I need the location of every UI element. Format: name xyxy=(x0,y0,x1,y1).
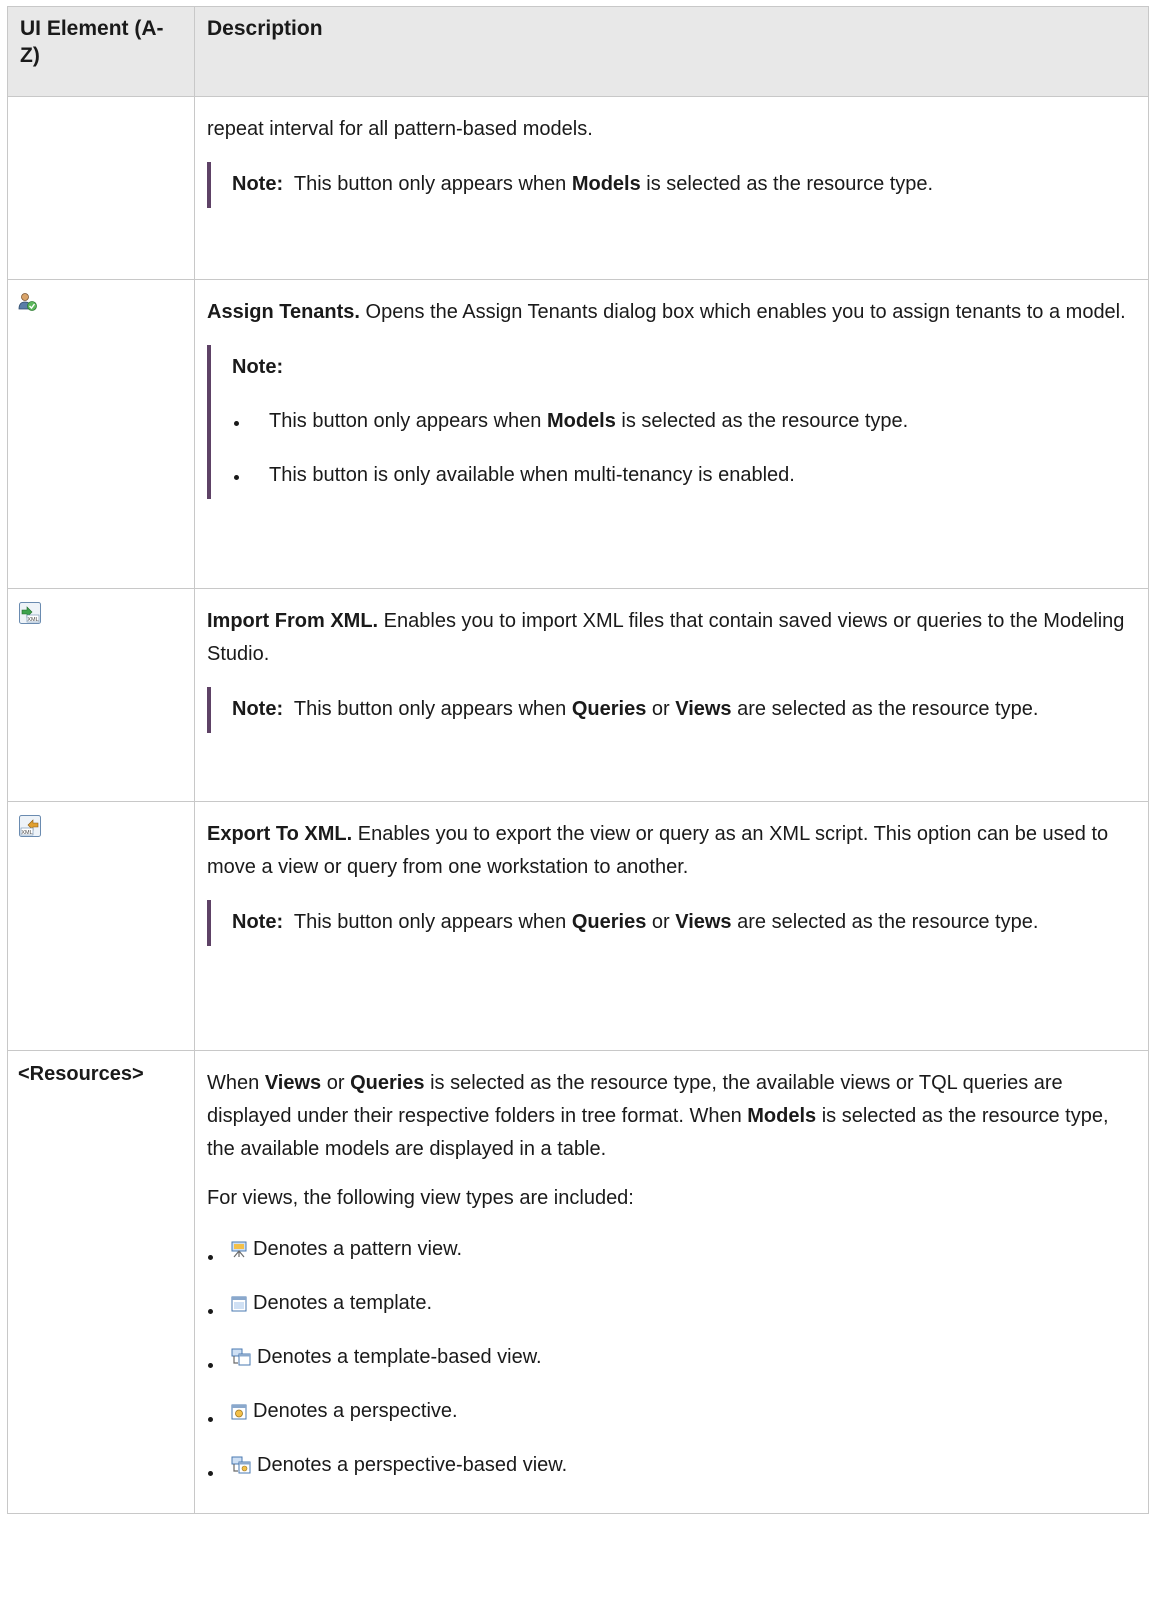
ui-element-cell xyxy=(7,279,195,589)
svg-text:XML: XML xyxy=(21,830,32,836)
table-header-row: UI Element (A-Z) Description xyxy=(7,6,1149,97)
description-text: repeat interval for all pattern-based mo… xyxy=(207,118,593,140)
header-ui-element: UI Element (A-Z) xyxy=(7,6,195,97)
header-description: Description xyxy=(194,6,1149,97)
description-cell: Export To XML. Enables you to export the… xyxy=(194,801,1149,1051)
list-item: Denotes a pattern view. xyxy=(207,1233,1140,1269)
table-row: XML Export To XML. Enables you to export… xyxy=(7,801,1149,1051)
list-item: Denotes a template. xyxy=(207,1287,1140,1323)
resources-label: <Resources> xyxy=(18,1063,144,1085)
list-item: This button is only available when multi… xyxy=(232,457,1140,493)
description-cell: repeat interval for all pattern-based mo… xyxy=(194,96,1149,280)
template-based-view-icon xyxy=(231,1344,251,1377)
pattern-view-icon xyxy=(231,1236,247,1269)
description-cell: Import From XML. Enables you to import X… xyxy=(194,588,1149,802)
note-block: Note: This button only appears when Mode… xyxy=(207,162,1140,208)
table-row: Assign Tenants. Opens the Assign Tenants… xyxy=(7,279,1149,589)
note-block: Note: This button only appears when Quer… xyxy=(207,687,1140,733)
ui-element-cell: <Resources> xyxy=(7,1050,195,1514)
list-item: Denotes a template-based view. xyxy=(207,1341,1140,1377)
table-row: <Resources> When Views or Queries is sel… xyxy=(7,1050,1149,1514)
note-block: Note: This button only appears when Quer… xyxy=(207,900,1140,946)
view-types-intro: For views, the following view types are … xyxy=(207,1187,634,1209)
svg-text:XML: XML xyxy=(27,617,38,623)
ui-elements-table: UI Element (A-Z) Description repeat inte… xyxy=(7,6,1149,1514)
perspective-icon xyxy=(231,1398,247,1431)
description-cell: When Views or Queries is selected as the… xyxy=(194,1050,1149,1514)
note-block: Note: This button only appears when Mode… xyxy=(207,345,1140,499)
table-row: repeat interval for all pattern-based mo… xyxy=(7,96,1149,280)
ui-element-cell: XML xyxy=(7,588,195,802)
export-to-xml-icon: XML xyxy=(18,815,42,843)
view-types-list: Denotes a pattern view. Denotes a templa… xyxy=(207,1233,1140,1513)
table-row: XML Import From XML. Enables you to impo… xyxy=(7,588,1149,802)
ui-element-cell xyxy=(7,96,195,280)
import-from-xml-icon: XML xyxy=(18,602,42,630)
assign-tenants-icon xyxy=(18,293,38,317)
list-item: This button only appears when Models is … xyxy=(232,403,1140,439)
description-cell: Assign Tenants. Opens the Assign Tenants… xyxy=(194,279,1149,589)
list-item: Denotes a perspective. xyxy=(207,1395,1140,1431)
perspective-based-view-icon xyxy=(231,1452,251,1485)
list-item: Denotes a perspective-based view. xyxy=(207,1449,1140,1485)
template-icon xyxy=(231,1290,247,1323)
ui-element-cell: XML xyxy=(7,801,195,1051)
